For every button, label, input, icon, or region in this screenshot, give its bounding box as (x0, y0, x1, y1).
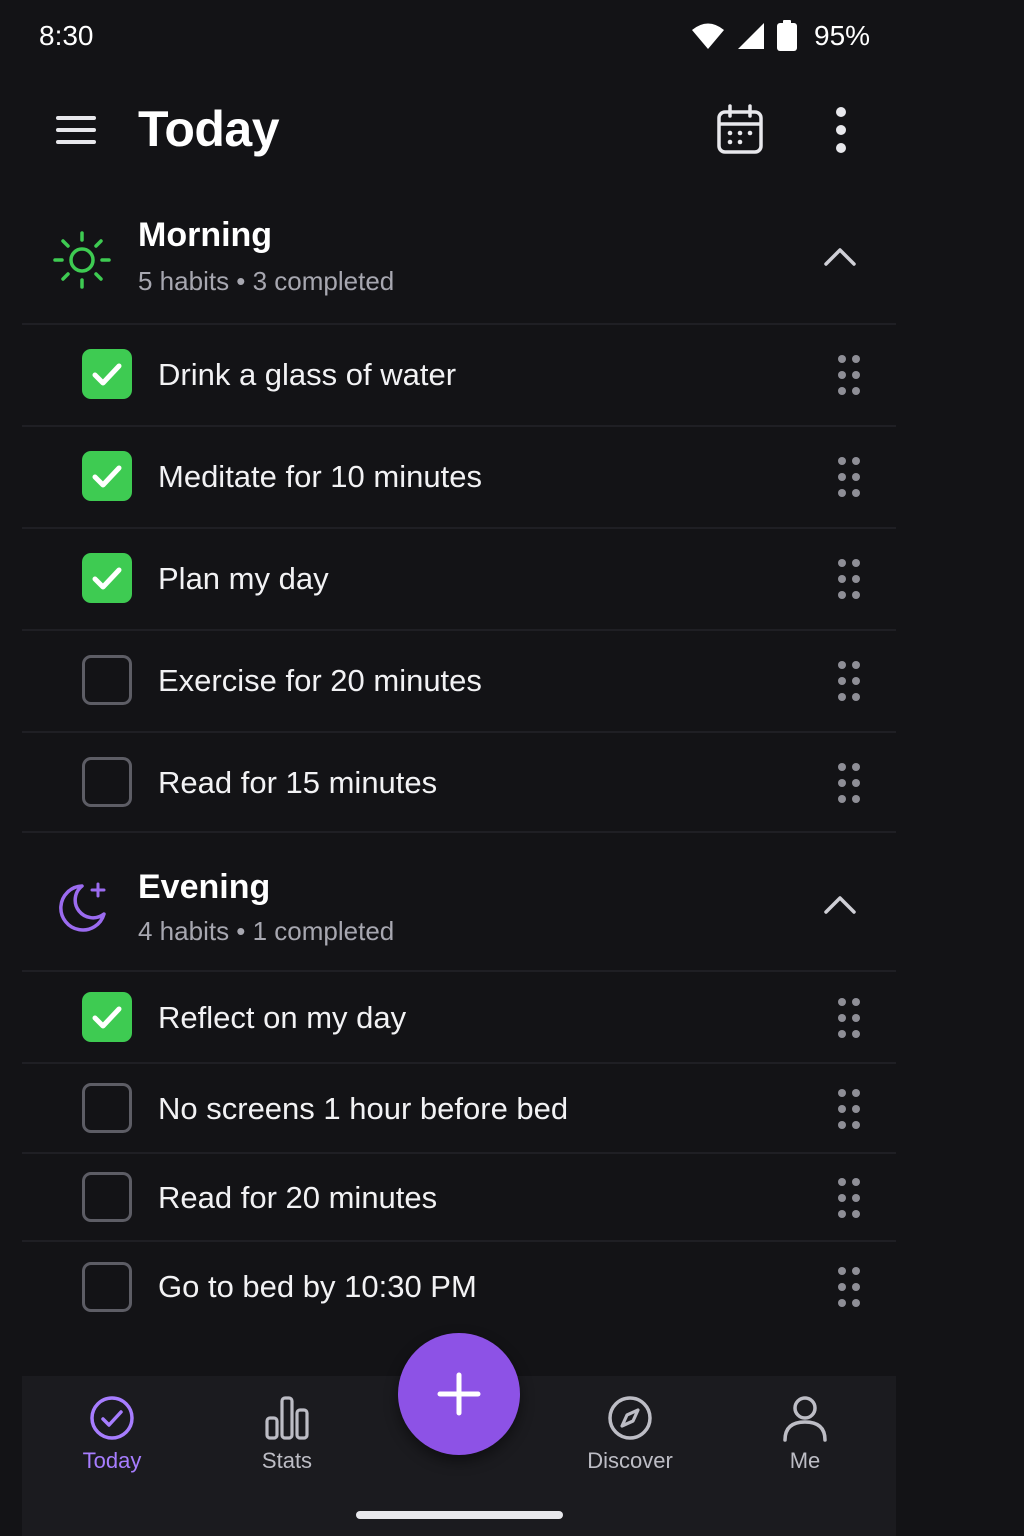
habit-checkbox[interactable] (82, 1083, 132, 1133)
calendar-icon (717, 104, 763, 154)
habit-row[interactable]: Exercise for 20 minutes (22, 631, 896, 731)
habit-label: Meditate for 10 minutes (158, 459, 482, 494)
page-title: Today (138, 101, 280, 157)
habit-row[interactable]: Plan my day (22, 529, 896, 629)
section-header-morning[interactable]: Morning 5 habits • 3 completed (22, 210, 896, 322)
drag-handle-icon (838, 763, 860, 803)
habit-checkbox[interactable] (82, 655, 132, 705)
chevron-up-icon (824, 248, 856, 266)
section-title: Morning (138, 216, 273, 254)
hamburger-menu-icon (56, 116, 96, 144)
habit-checkbox[interactable] (82, 757, 132, 807)
habit-label: Plan my day (158, 561, 329, 596)
habit-label: No screens 1 hour before bed (158, 1091, 569, 1126)
more-options-button[interactable] (820, 102, 862, 158)
nav-item-stats[interactable]: Stats (217, 1394, 357, 1504)
habit-checkbox[interactable] (82, 349, 132, 399)
habit-checkbox[interactable] (82, 1172, 132, 1222)
menu-button[interactable] (52, 108, 100, 152)
section-summary: 4 habits • 1 completed (138, 916, 395, 946)
drag-handle-icon (838, 559, 860, 599)
habit-row[interactable]: Go to bed by 10:30 PM (22, 1242, 896, 1332)
habit-row[interactable]: Read for 15 minutes (22, 733, 896, 831)
compass-icon (608, 1396, 652, 1440)
status-time: 8:30 (39, 20, 94, 51)
drag-handle-icon (838, 1178, 860, 1218)
nav-label: Discover (587, 1448, 673, 1473)
plus-icon (437, 1372, 481, 1416)
moon-icon (59, 882, 106, 932)
habit-row[interactable]: Drink a glass of water (22, 325, 896, 425)
habit-label: Read for 15 minutes (158, 765, 438, 800)
signal-icon (738, 23, 764, 49)
habit-label: Go to bed by 10:30 PM (158, 1269, 477, 1304)
drag-handle-icon (838, 1089, 860, 1129)
nav-item-me[interactable]: Me (735, 1394, 875, 1504)
drag-handle[interactable] (834, 353, 864, 397)
collapse-morning-button[interactable] (818, 236, 862, 280)
drag-handle[interactable] (834, 1087, 864, 1131)
chevron-up-icon (824, 896, 856, 914)
checkmark-icon (92, 1006, 122, 1029)
habit-row[interactable]: Meditate for 10 minutes (22, 427, 896, 527)
habit-checkbox[interactable] (82, 1262, 132, 1312)
sun-icon (53, 231, 111, 289)
drag-handle[interactable] (834, 455, 864, 499)
app-bar: Today (0, 86, 1024, 176)
nav-item-discover[interactable]: Discover (560, 1394, 700, 1504)
nav-label: Me (789, 1448, 821, 1473)
habit-row[interactable]: Reflect on my day (22, 972, 896, 1062)
nav-label: Today (82, 1448, 142, 1473)
status-bar: 8:30 95% (0, 0, 1024, 76)
drag-handle[interactable] (834, 1176, 864, 1220)
checkmark-icon (92, 465, 122, 488)
section-summary: 5 habits • 3 completed (138, 266, 395, 296)
drag-handle[interactable] (834, 557, 864, 601)
person-icon (783, 1396, 827, 1442)
nav-item-today[interactable]: Today (42, 1394, 182, 1504)
habit-checkbox[interactable] (82, 992, 132, 1042)
battery-icon (777, 20, 797, 51)
collapse-evening-button[interactable] (818, 884, 862, 928)
drag-handle[interactable] (834, 659, 864, 703)
section-title: Evening (138, 868, 271, 906)
habit-label: Exercise for 20 minutes (158, 663, 482, 698)
battery-percent: 95% (814, 20, 871, 51)
checkmark-icon (92, 567, 122, 590)
drag-handle-icon (838, 661, 860, 701)
drag-handle-icon (838, 457, 860, 497)
add-habit-button[interactable] (398, 1333, 520, 1455)
drag-handle-icon (838, 998, 860, 1038)
check-circle-icon (90, 1396, 134, 1440)
divider (22, 831, 896, 833)
drag-handle[interactable] (834, 1265, 864, 1309)
habit-row[interactable]: Read for 20 minutes (22, 1154, 896, 1240)
calendar-button[interactable] (714, 102, 766, 158)
bar-chart-icon (265, 1396, 309, 1440)
nav-label: Stats (261, 1448, 313, 1473)
section-header-evening[interactable]: Evening 4 habits • 1 completed (22, 862, 896, 970)
habit-checkbox[interactable] (82, 451, 132, 501)
habit-label: Drink a glass of water (158, 357, 457, 392)
drag-handle-icon (838, 1267, 860, 1307)
drag-handle[interactable] (834, 996, 864, 1040)
checkmark-icon (92, 363, 122, 386)
habit-label: Read for 20 minutes (158, 1180, 438, 1215)
drag-handle-icon (838, 355, 860, 395)
wifi-icon (692, 23, 724, 49)
habit-label: Reflect on my day (158, 1000, 407, 1035)
status-icons: 95% (690, 18, 870, 54)
more-vertical-icon (836, 107, 846, 153)
home-indicator[interactable] (356, 1511, 563, 1519)
drag-handle[interactable] (834, 761, 864, 805)
habit-checkbox[interactable] (82, 553, 132, 603)
habit-row[interactable]: No screens 1 hour before bed (22, 1064, 896, 1152)
